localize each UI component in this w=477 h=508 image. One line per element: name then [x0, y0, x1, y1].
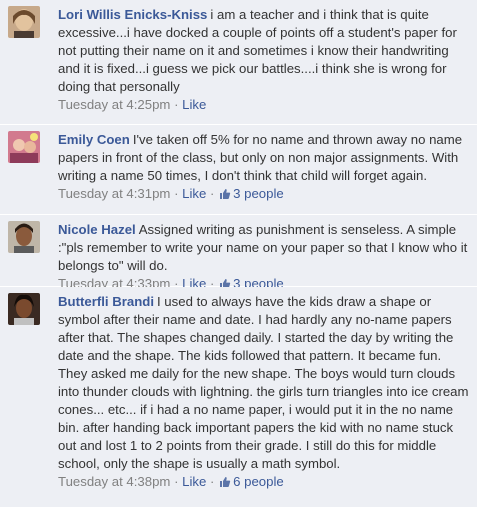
comment-meta: Tuesday at 4:25pm · Like — [58, 96, 469, 114]
comment-list: Lori Willis Enicks-Kniss i am a teacher a… — [0, 0, 477, 508]
comment-timestamp[interactable]: Tuesday at 4:31pm — [58, 186, 170, 201]
like-count-label: 6 people — [233, 474, 284, 489]
avatar[interactable] — [8, 221, 40, 253]
comment-author[interactable]: Nicole Hazel — [58, 222, 136, 237]
comment-author[interactable]: Lori Willis Enicks-Kniss — [58, 7, 207, 22]
meta-separator: · — [174, 474, 179, 489]
like-count[interactable]: 3 people — [218, 186, 284, 201]
meta-separator: · — [174, 97, 179, 112]
comment-author[interactable]: Emily Coen — [58, 132, 130, 147]
comment-item: Nicole Hazel Assigned writing as punishme… — [0, 215, 477, 291]
thumbs-up-icon — [219, 475, 231, 493]
avatar[interactable] — [8, 6, 40, 38]
meta-separator: · — [210, 186, 215, 201]
comment-meta: Tuesday at 4:31pm · Like · 3 people — [58, 185, 469, 205]
comment-item: Emily Coen I've taken off 5% for no name … — [0, 125, 477, 215]
comment-timestamp[interactable]: Tuesday at 4:25pm — [58, 97, 170, 112]
avatar[interactable] — [8, 293, 40, 325]
comment-item: Lori Willis Enicks-Kniss i am a teacher a… — [0, 0, 477, 125]
like-count-label: 3 people — [233, 186, 284, 201]
avatar[interactable] — [8, 131, 40, 163]
like-link[interactable]: Like — [182, 474, 206, 489]
meta-separator: · — [210, 474, 215, 489]
comment-meta: Tuesday at 4:38pm · Like · 6 people — [58, 473, 469, 493]
meta-separator: · — [174, 186, 179, 201]
thumbs-up-icon — [219, 187, 231, 205]
like-count[interactable]: 6 people — [218, 474, 284, 489]
comment-author[interactable]: Butterfli Brandi — [58, 294, 154, 309]
comment-timestamp[interactable]: Tuesday at 4:38pm — [58, 474, 170, 489]
like-link[interactable]: Like — [182, 186, 206, 201]
like-link[interactable]: Like — [182, 97, 206, 112]
comment-item: Butterfli Brandi I used to always have th… — [0, 287, 477, 508]
comment-text: I used to always have the kids draw a sh… — [58, 294, 469, 471]
